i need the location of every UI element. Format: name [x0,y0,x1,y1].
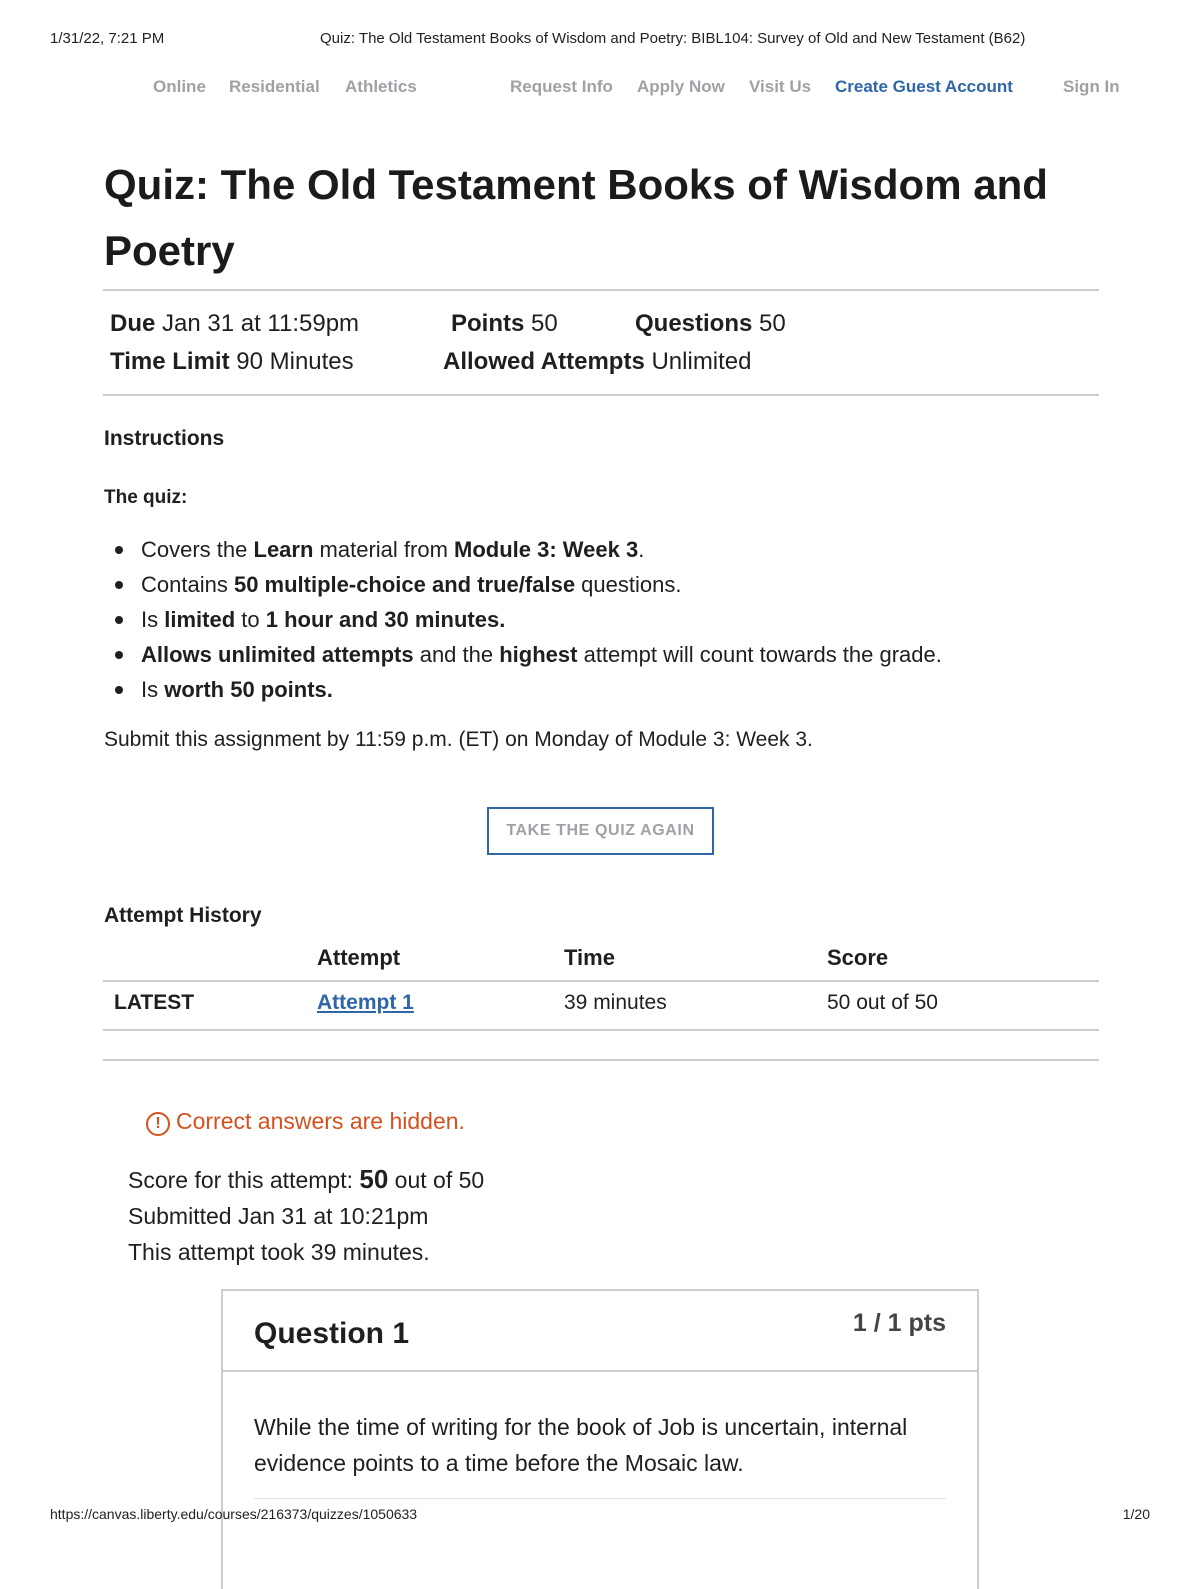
due-date: Due Jan 31 at 11:59pm [110,310,359,338]
attempt-duration: This attempt took 39 minutes. [128,1239,430,1265]
divider [103,289,1099,291]
nav-link-create-guest-account[interactable]: Create Guest Account [835,77,1013,97]
submitted-timestamp: Submitted Jan 31 at 10:21pm [128,1203,429,1229]
question-points: 1 / 1 pts [852,1309,946,1337]
instructions-intro: The quiz: [104,487,188,508]
top-navigation: Online Residential Athletics Request Inf… [0,77,1200,101]
list-item: Contains 50 multiple-choice and true/fal… [104,569,942,604]
questions-info: Questions 50 [635,310,786,338]
list-item: Is limited to 1 hour and 30 minutes. [104,604,942,639]
question-card: Question 1 1 / 1 pts While the time of w… [221,1289,979,1589]
nav-link-athletics[interactable]: Athletics [345,77,417,97]
warning-text: Correct answers are hidden. [176,1108,465,1134]
questions-value: 50 [759,310,786,337]
divider [103,1059,1099,1061]
attempt-history-heading: Attempt History [104,904,262,927]
list-item: Is worth 50 points. [104,674,942,709]
column-header-score: Score [827,945,889,970]
nav-link-apply-now[interactable]: Apply Now [637,77,725,97]
column-header-time: Time [564,945,615,970]
submit-deadline-note: Submit this assignment by 11:59 p.m. (ET… [104,728,813,751]
questions-label: Questions [635,310,753,337]
print-page-number: 1/20 [1122,1506,1150,1522]
points-value: 50 [531,310,558,337]
instructions-heading: Instructions [104,427,225,450]
attempt-time: 39 minutes [564,991,667,1014]
time-limit-value: 90 Minutes [236,348,354,375]
time-limit-label: Time Limit [110,348,230,375]
list-item: Allows unlimited attempts and the highes… [104,639,942,674]
question-text: While the time of writing for the book o… [254,1414,908,1476]
column-header-attempt: Attempt [317,945,401,970]
attempt-score-value: 50 [359,1164,389,1194]
take-quiz-again-button[interactable]: TAKE THE QUIZ AGAIN [487,807,714,855]
attempt-score: 50 out of 50 [827,991,938,1014]
nav-link-online[interactable]: Online [153,77,206,97]
allowed-attempts: Allowed Attempts Unlimited [443,348,752,376]
latest-badge: LATEST [114,991,195,1014]
divider [254,1498,946,1499]
table-header-divider [103,980,1099,982]
time-limit: Time Limit 90 Minutes [110,348,354,376]
list-item: Covers the Learn material from Module 3:… [104,534,942,569]
attempt-score-line: Score for this attempt: 50 out of 50 [128,1164,485,1194]
allowed-attempts-label: Allowed Attempts [443,348,645,375]
divider [103,394,1099,396]
answers-hidden-warning: ! Correct answers are hidden. [146,1108,465,1136]
question-header: Question 1 1 / 1 pts [223,1291,977,1372]
points-label: Points [451,310,525,337]
points-info: Points 50 [451,310,558,338]
warning-icon: ! [146,1112,170,1136]
nav-link-sign-in[interactable]: Sign In [1063,77,1120,97]
instructions-list: Covers the Learn material from Module 3:… [104,534,942,709]
print-url: https://canvas.liberty.edu/courses/21637… [50,1506,418,1522]
question-title: Question 1 [254,1317,410,1350]
print-datetime: 1/31/22, 7:21 PM [50,30,165,47]
table-row-divider [103,1029,1099,1031]
print-page-title: Quiz: The Old Testament Books of Wisdom … [320,30,1026,47]
due-value: Jan 31 at 11:59pm [162,310,360,337]
nav-link-residential[interactable]: Residential [229,77,320,97]
page-title: Quiz: The Old Testament Books of Wisdom … [104,161,1048,274]
due-label: Due [110,310,156,337]
attempt-1-link[interactable]: Attempt 1 [317,991,414,1015]
nav-link-visit-us[interactable]: Visit Us [749,77,811,97]
print-header: 1/31/22, 7:21 PM Quiz: The Old Testament… [50,30,1150,50]
nav-link-request-info[interactable]: Request Info [510,77,613,97]
allowed-attempts-value: Unlimited [651,348,752,375]
